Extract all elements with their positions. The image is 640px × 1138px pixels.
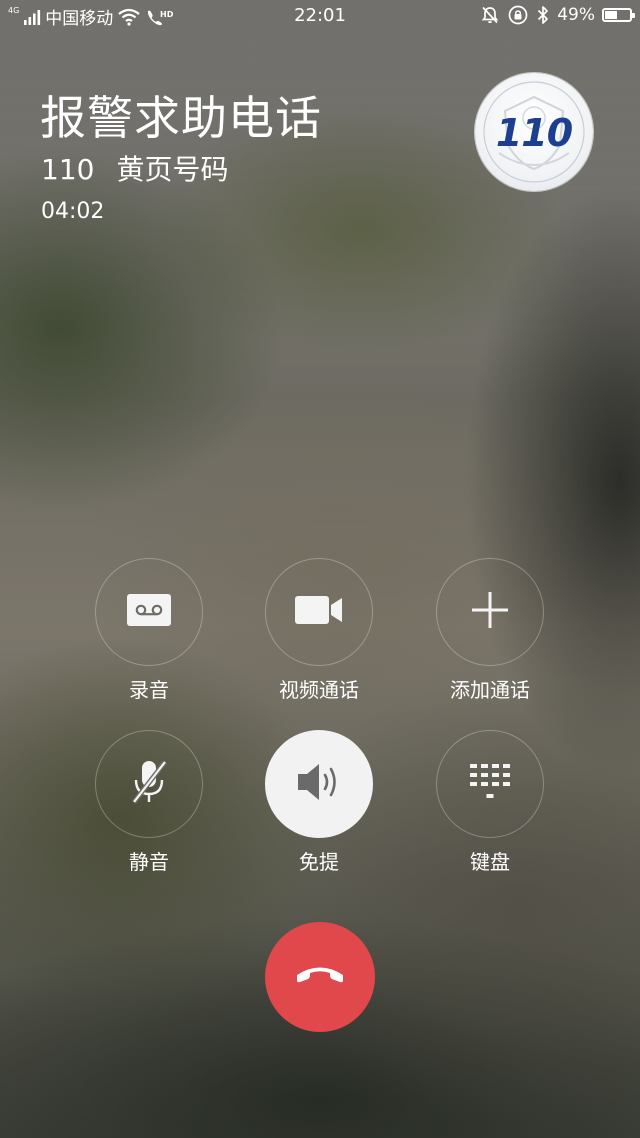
dialpad-button[interactable] [436,730,544,838]
speaker-button[interactable] [265,730,373,838]
video-call-label: 视频通话 [279,678,359,702]
record-icon [126,592,172,632]
battery-icon [602,8,635,22]
video-call-icon [294,594,344,630]
video-call-button[interactable] [265,558,373,666]
caller-number: 110 [41,153,95,186]
battery-percent: 49% [557,5,595,25]
rotation-lock-icon [507,4,529,26]
add-call-label: 添加通话 [450,678,530,702]
end-call-button[interactable] [265,922,375,1032]
mic-muted-icon [127,758,171,810]
caller-tag: 黄页号码 [116,153,229,186]
speaker-label: 免提 [299,850,339,874]
record-label: 录音 [129,678,169,702]
end-call-icon [294,964,346,990]
speaker-icon [294,760,344,808]
record-button[interactable] [95,558,203,666]
add-call-icon [470,590,510,634]
status-bar: 4G 中国移动 HD 22:01 49% [0,0,640,34]
dialpad-label: 键盘 [470,850,510,874]
avatar-number: 110 [495,111,573,155]
caller-avatar: 110 [475,73,593,191]
mute-label: 静音 [129,850,169,874]
battery-level-fill [605,11,617,19]
bluetooth-icon [536,5,550,25]
mute-button[interactable] [95,730,203,838]
mute-bell-icon [480,5,500,25]
status-bar-right: 49% [480,4,635,26]
caller-name: 报警求助电话 [40,91,322,145]
add-call-button[interactable] [436,558,544,666]
dialpad-icon [468,762,512,806]
caller-details: 110 黄页号码 [41,148,228,188]
call-duration: 04:02 [41,199,105,224]
